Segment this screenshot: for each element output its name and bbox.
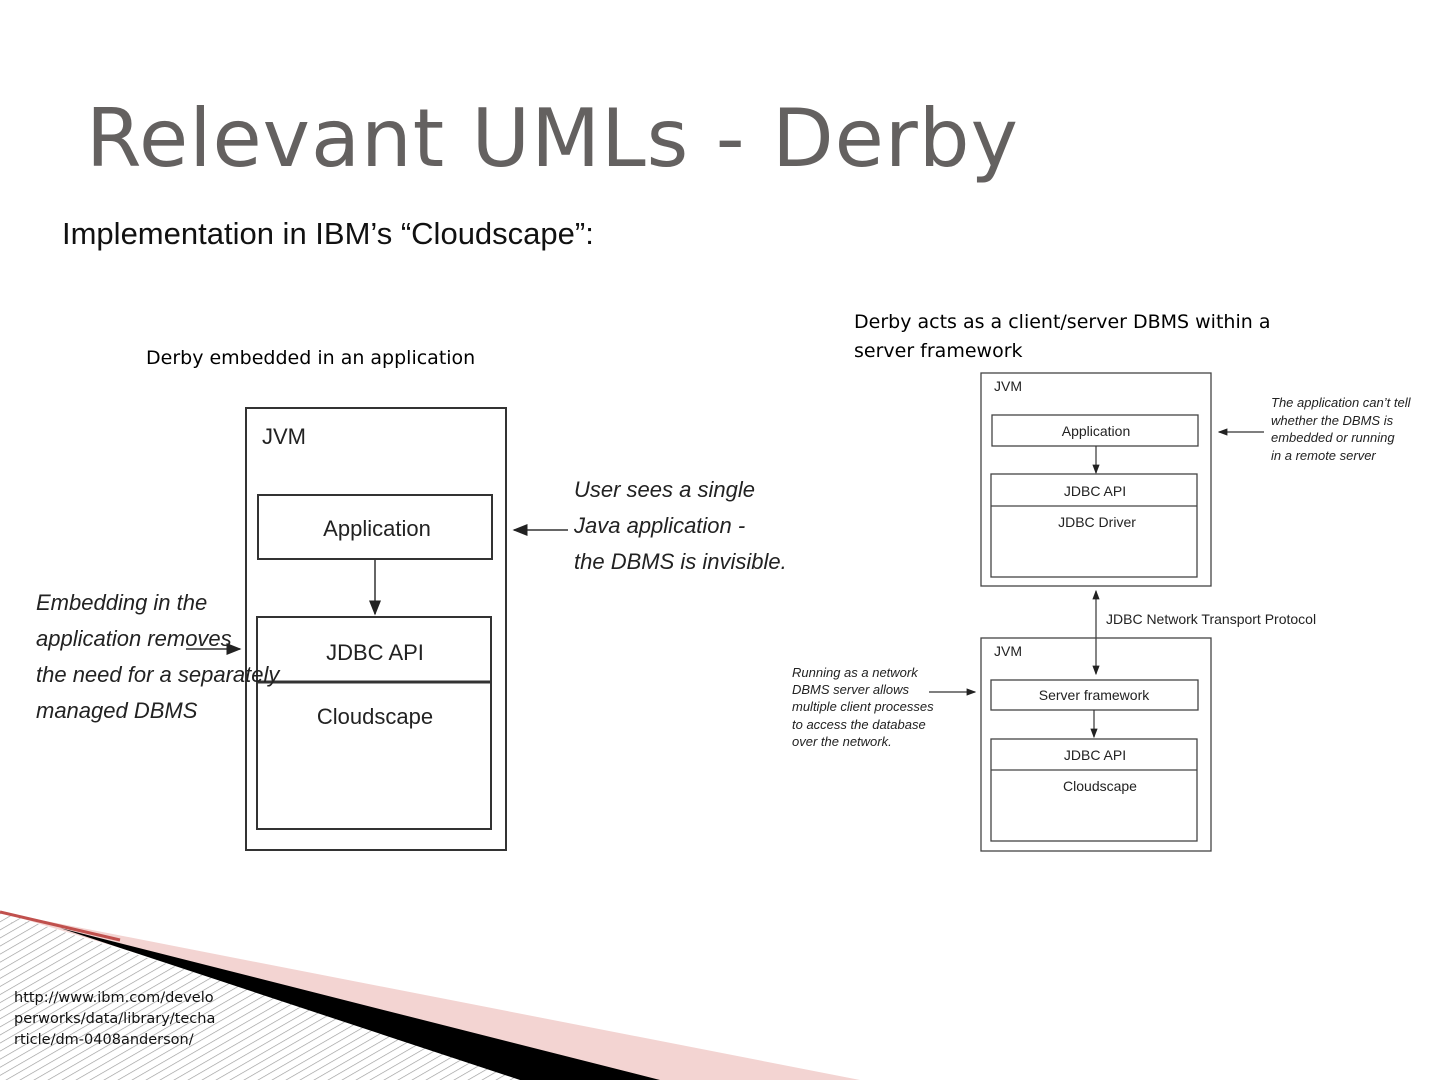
- citation-line: rticle/dm-0408anderson/: [14, 1032, 194, 1048]
- left-right-note: User sees a single Java application - th…: [573, 477, 787, 574]
- right-cloudscape-label: Cloudscape: [1063, 778, 1137, 794]
- left-diagram: JVM Application JDBC API Cloudscape User…: [36, 407, 787, 851]
- left-jvm-label: JVM: [262, 424, 306, 449]
- right-bottom-note: Running as a network DBMS server allows …: [792, 665, 937, 749]
- right-diagram-caption-line-1: Derby acts as a client/server DBMS withi…: [854, 311, 1271, 333]
- left-left-note: Embedding in the application removes the…: [36, 590, 286, 723]
- right-top-jvm-box: [980, 372, 1212, 587]
- right-bottom-jvm-label: JVM: [994, 643, 1022, 659]
- right-top-jvm-label: JVM: [994, 378, 1022, 394]
- citation-line: perworks/data/library/techa: [14, 1011, 216, 1027]
- slide-title: Relevant UMLs - Derby: [86, 92, 1019, 185]
- left-diagram-caption: Derby embedded in an application: [146, 347, 476, 369]
- left-jdbc-api-label: JDBC API: [326, 640, 424, 665]
- citation-line: http://www.ibm.com/develo: [14, 990, 214, 1006]
- right-top-note: The application can’t tell whether the D…: [1271, 395, 1414, 463]
- right-server-framework-label: Server framework: [1039, 687, 1150, 703]
- left-cloudscape-label: Cloudscape: [317, 704, 433, 729]
- source-citation: http://www.ibm.com/develo perworks/data/…: [14, 988, 215, 1051]
- slide-subtitle: Implementation in IBM’s “Cloudscape”:: [62, 216, 594, 251]
- right-jdbc-api-label: JDBC API: [1064, 483, 1126, 499]
- left-application-label: Application: [323, 516, 431, 541]
- right-diagram-caption-line-2: server framework: [854, 340, 1023, 362]
- right-jdbc-driver-label: JDBC Driver: [1058, 514, 1136, 530]
- right-application-label: Application: [1062, 423, 1131, 439]
- right-bottom-jdbc-api-label: JDBC API: [1064, 747, 1126, 763]
- right-diagram: JVM Application JDBC API JDBC Driver JDB…: [792, 372, 1414, 852]
- left-jvm-box: [245, 407, 507, 851]
- right-protocol-label: JDBC Network Transport Protocol: [1106, 611, 1316, 627]
